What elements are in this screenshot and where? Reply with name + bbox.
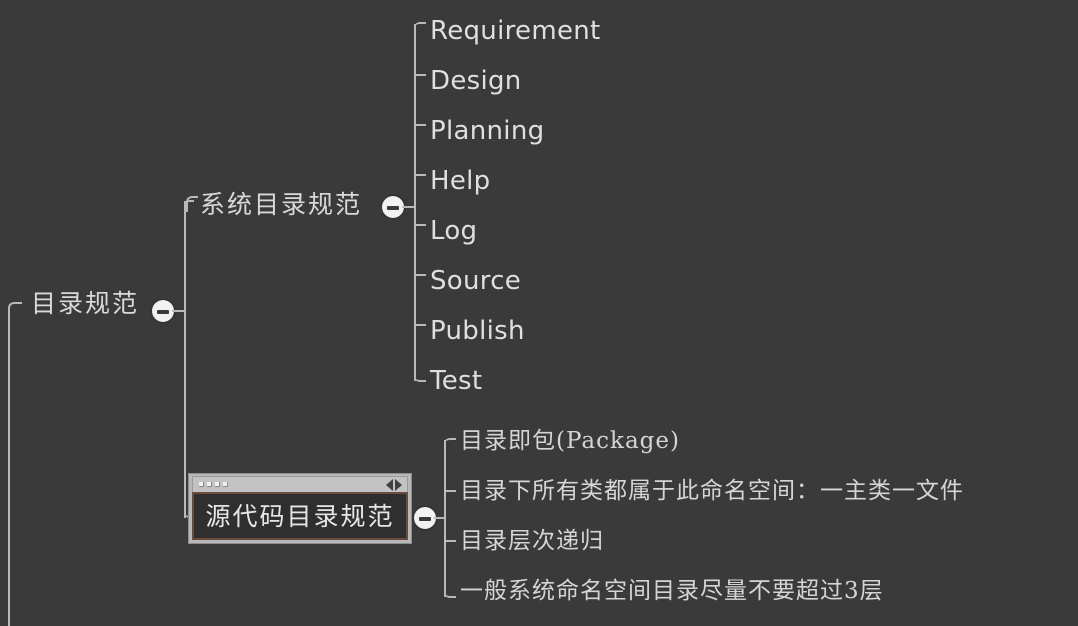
leaf-namespace-rule[interactable]: 目录下所有类都属于此命名空间：一主类一文件 xyxy=(460,480,964,503)
leaf-stub xyxy=(414,224,426,226)
root-left-bracket xyxy=(8,302,22,626)
leaf-package[interactable]: 目录即包(Package) xyxy=(460,430,680,453)
node-srcdir-window[interactable]: 源代码目录规范 xyxy=(188,473,412,544)
leaf-recursive-hierarchy[interactable]: 目录层次递归 xyxy=(460,530,604,553)
leaf-publish[interactable]: Publish xyxy=(430,318,525,344)
root-collapse-toggle[interactable] xyxy=(152,300,174,322)
srcdir-children-bottom-elbow xyxy=(444,586,456,598)
mindmap-canvas: 目录规范 系统目录规范 Requirement Design Planning … xyxy=(0,0,1078,626)
leaf-test[interactable]: Test xyxy=(430,368,482,394)
leaf-stub xyxy=(414,124,426,126)
srcdir-children-trunk xyxy=(444,440,446,597)
node-systemdir-label: 系统目录规范 xyxy=(200,190,363,219)
leaf-stub xyxy=(444,540,456,542)
leaf-design[interactable]: Design xyxy=(430,68,522,94)
leaf-log[interactable]: Log xyxy=(430,218,477,244)
branch-systemdir-bracket xyxy=(186,196,198,212)
leaf-requirement[interactable]: Requirement xyxy=(430,18,601,44)
leaf-planning[interactable]: Planning xyxy=(430,118,544,144)
root-branch-trunk xyxy=(184,201,186,518)
leaf-stub xyxy=(414,74,426,76)
leaf-stub xyxy=(414,324,426,326)
leaf-stub xyxy=(444,490,456,492)
systemdir-children-bottom-elbow xyxy=(414,370,426,382)
node-srcdir-titlebar[interactable] xyxy=(192,476,408,492)
srcdir-children-top-elbow xyxy=(444,438,456,450)
node-srcdir-textbox[interactable]: 源代码目录规范 xyxy=(192,492,408,540)
srcdir-collapse-toggle[interactable] xyxy=(414,507,436,529)
node-root-label: 目录规范 xyxy=(31,289,140,318)
node-srcdir-label: 源代码目录规范 xyxy=(205,502,395,531)
node-srcdir-arrows[interactable] xyxy=(386,478,402,491)
leaf-help[interactable]: Help xyxy=(430,168,490,194)
systemdir-children-trunk xyxy=(414,24,416,381)
leaf-stub xyxy=(414,274,426,276)
systemdir-children-top-elbow xyxy=(414,22,426,34)
leaf-stub xyxy=(414,174,426,176)
arrow-right-icon[interactable] xyxy=(395,478,402,491)
systemdir-collapse-toggle[interactable] xyxy=(382,196,404,218)
leaf-source[interactable]: Source xyxy=(430,268,521,294)
arrow-left-icon[interactable] xyxy=(386,478,393,491)
grip-dots-icon xyxy=(199,482,228,487)
leaf-max-three-levels[interactable]: 一般系统命名空间目录尽量不要超过3层 xyxy=(460,580,884,603)
